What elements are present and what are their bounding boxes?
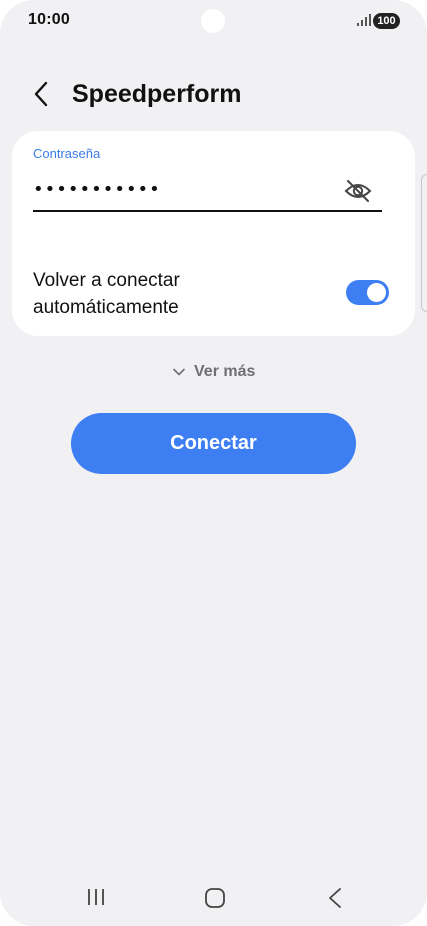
see-more-link[interactable]: Ver más	[173, 361, 255, 383]
battery-indicator: 100	[373, 13, 400, 29]
back-button[interactable]	[26, 78, 58, 110]
signal-bars-icon	[357, 14, 371, 26]
password-label: Contraseña	[33, 146, 101, 161]
password-underline	[33, 210, 382, 212]
settings-card: Contraseña Volver a conectar automáticam…	[12, 131, 415, 336]
home-button[interactable]	[201, 884, 229, 912]
chevron-left-icon	[34, 81, 48, 107]
page-title: Speedperform	[72, 80, 242, 108]
connect-button[interactable]: Conectar	[71, 413, 356, 474]
status-bar: 10:00 100	[0, 0, 427, 44]
camera-cutout	[201, 9, 225, 33]
nav-back-button[interactable]	[322, 884, 348, 912]
toggle-knob	[367, 283, 386, 302]
password-input[interactable]	[33, 175, 333, 203]
back-icon	[329, 888, 341, 908]
see-more-label: Ver más	[194, 363, 256, 380]
auto-reconnect-label: Volver a conectar automáticamente	[33, 270, 180, 318]
chevron-down-icon	[173, 368, 185, 376]
eye-off-icon	[344, 180, 372, 202]
home-icon	[205, 888, 225, 908]
edge-panel-handle[interactable]	[421, 174, 427, 312]
auto-reconnect-toggle[interactable]	[346, 280, 389, 305]
recent-apps-button[interactable]	[82, 885, 110, 909]
toggle-visibility-button[interactable]	[343, 178, 373, 204]
status-time: 10:00	[28, 11, 70, 28]
phone-screen: 10:00 100 Speedperform Contraseña Volver…	[0, 0, 427, 926]
recent-apps-icon	[88, 889, 104, 905]
